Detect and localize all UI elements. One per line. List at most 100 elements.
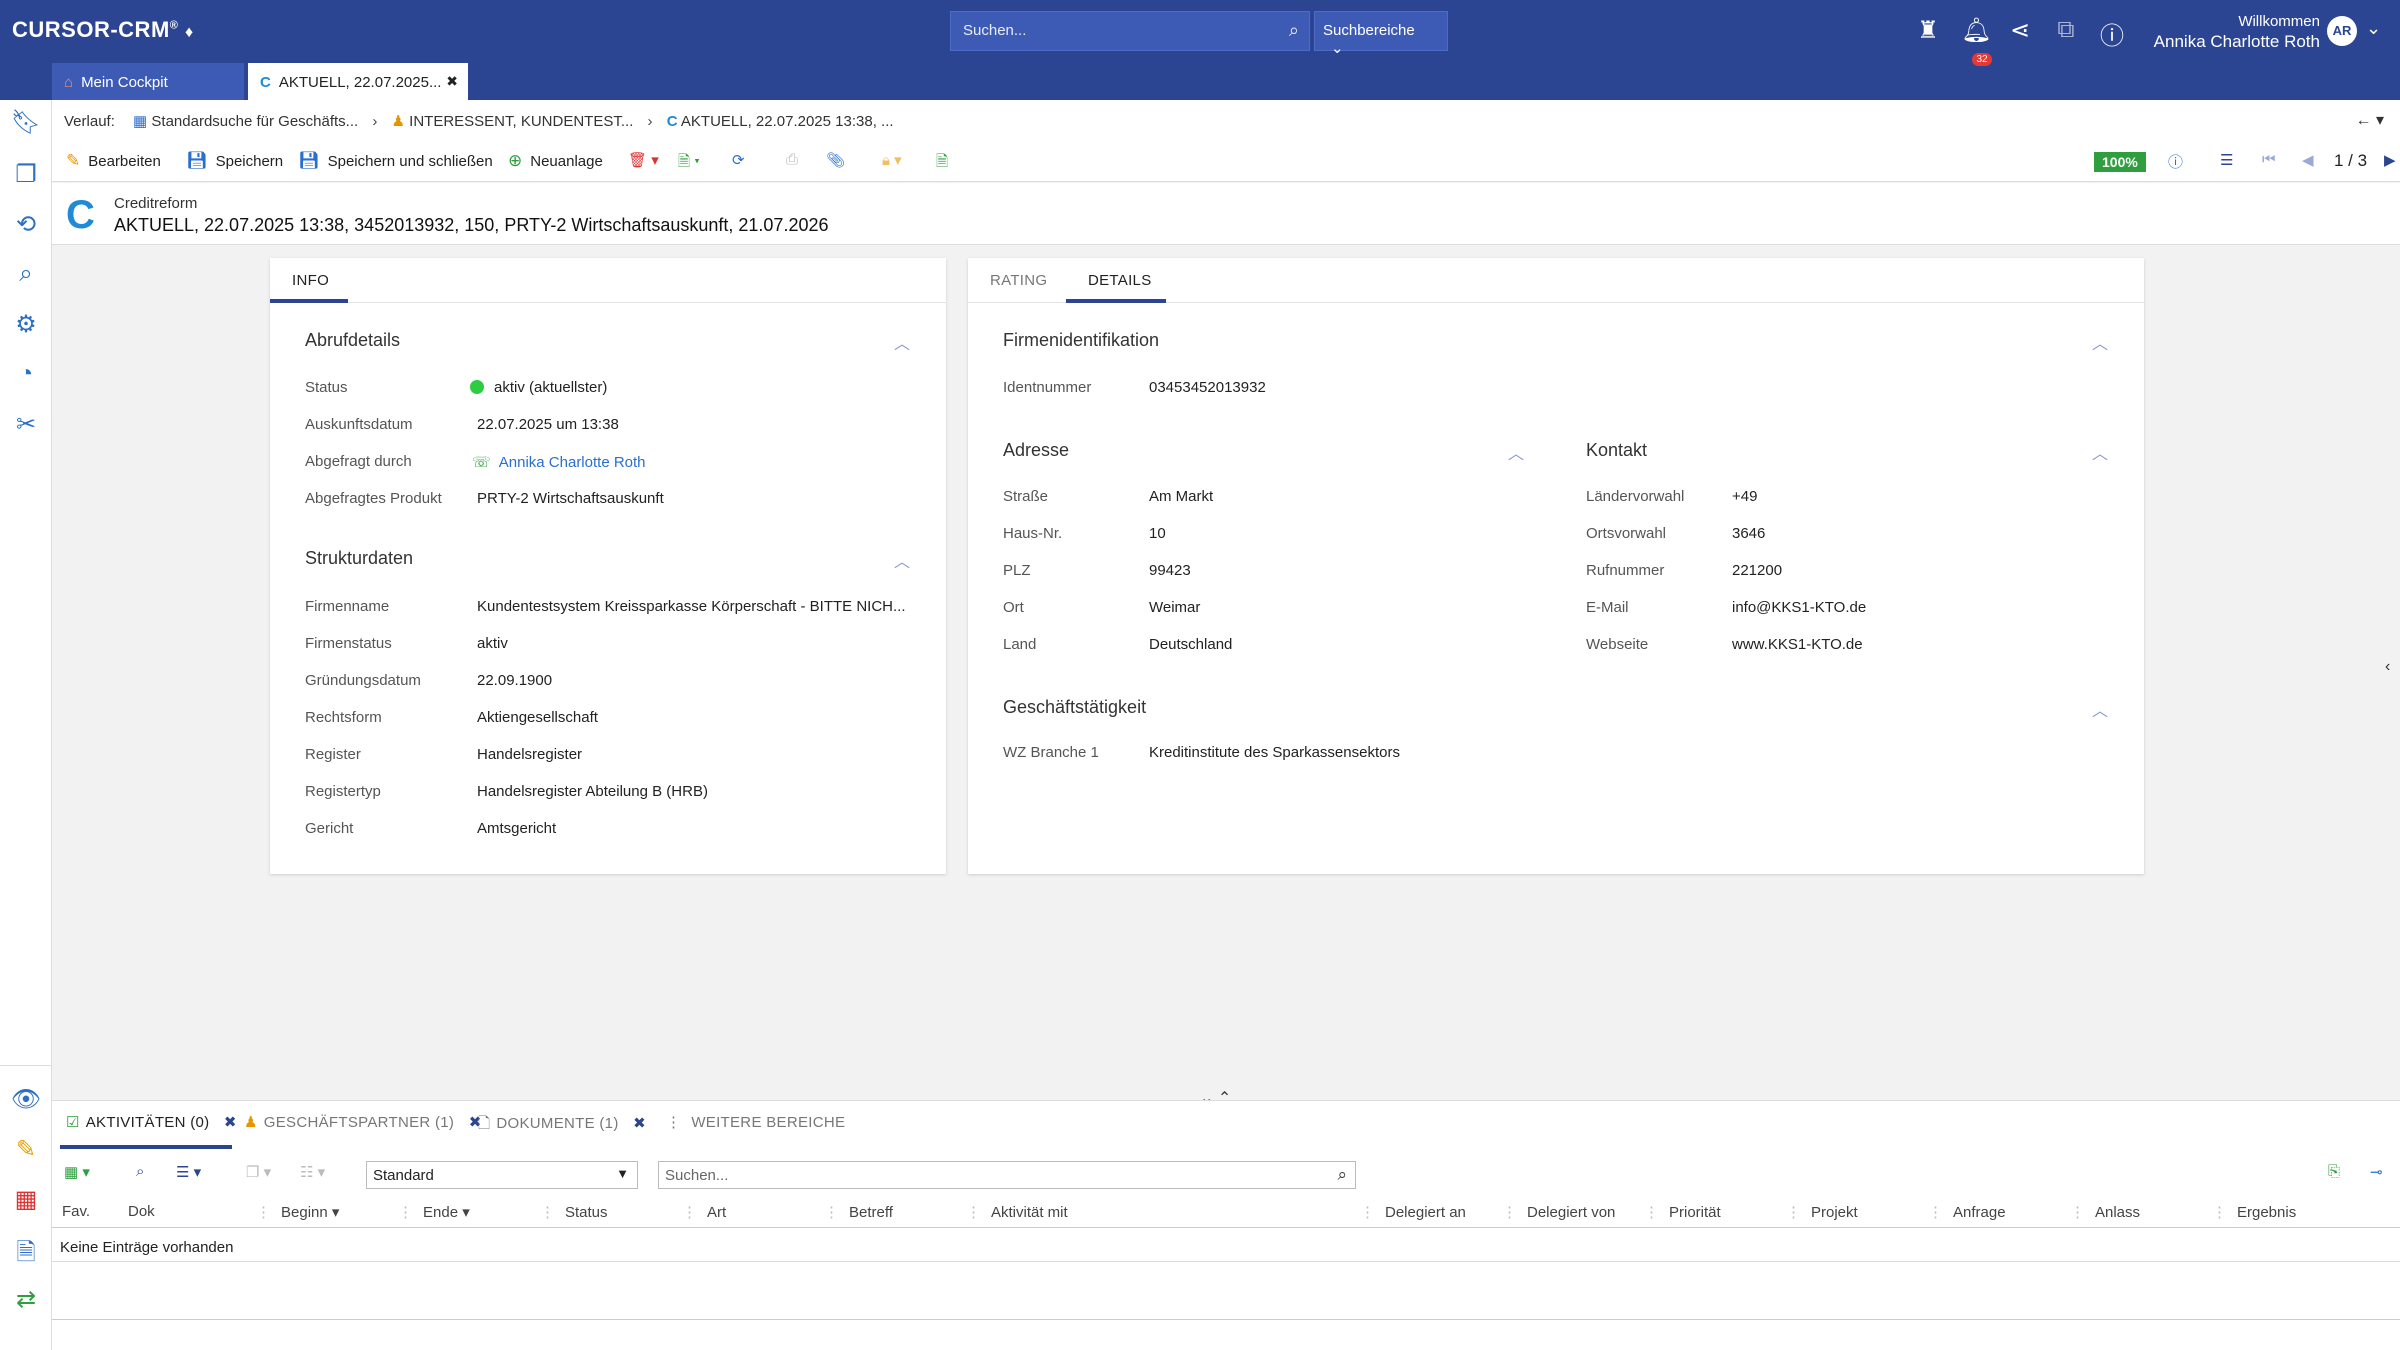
edit-button[interactable]: ✎ Bearbeiten — [66, 151, 161, 171]
sync-icon[interactable]: ⇄ — [10, 1285, 42, 1317]
new-button[interactable]: ⊕ Neuanlage — [508, 151, 603, 171]
tab-rating[interactable]: RATING — [990, 272, 1047, 289]
eye-star-icon[interactable]: 👁︎ — [10, 1085, 42, 1117]
view-select[interactable]: Standard ▼ — [366, 1161, 638, 1189]
avatar[interactable]: AR — [2327, 16, 2357, 46]
first-page-icon[interactable]: ⏮ — [2262, 151, 2276, 168]
column-request[interactable]: ⋮ Anfrage — [1928, 1203, 2006, 1221]
bookmark-icon[interactable]: 🔖︎ — [10, 108, 42, 140]
info-panel: INFO Abrufdetails ︿ Status aktiv (aktuel… — [270, 258, 946, 874]
column-beginn[interactable]: ⋮ Beginn ▾ — [256, 1203, 339, 1221]
tab-activities[interactable]: ☑ AKTIVITÄTEN (0) ✖ — [66, 1113, 237, 1131]
tab-current-record[interactable]: C AKTUELL, 22.07.2025... ✖ — [248, 63, 468, 100]
back-arrow-icon[interactable]: ← ▾ — [2356, 110, 2384, 130]
external-link-icon[interactable]: ⧉ — [2053, 16, 2079, 73]
record-subtitle: Creditreform — [114, 195, 198, 212]
chevron-up-icon[interactable]: ︿ — [894, 548, 910, 572]
breadcrumb-item[interactable]: INTERESSENT, KUNDENTEST... — [409, 113, 633, 130]
tab-my-cockpit[interactable]: ⌂ Mein Cockpit — [52, 63, 244, 100]
search-icon[interactable]: ⌕ — [1337, 1165, 1347, 1185]
calendar-icon[interactable]: ▦ — [10, 1185, 42, 1217]
column-status[interactable]: ⋮ Status — [540, 1203, 608, 1221]
copy-icon[interactable]: ❐ ▾ — [246, 1163, 271, 1181]
chevron-left-icon[interactable]: ‹ — [2385, 658, 2390, 676]
tab-underline — [1066, 299, 1166, 303]
column-betreff[interactable]: ⋮ Betreff — [824, 1203, 893, 1221]
lighthouse-icon[interactable]: ♜ — [1915, 16, 1941, 73]
lock-button[interactable]: 🔒︎ ▾ — [882, 151, 902, 169]
group-icon[interactable]: ☷ ▾ — [300, 1163, 325, 1181]
export-icon[interactable]: ⎘ — [2328, 1163, 2340, 1180]
column-art[interactable]: ⋮ Art — [682, 1203, 726, 1221]
column-dok[interactable]: Dok — [128, 1203, 155, 1220]
app-logo[interactable]: CURSOR-CRM® ♦ — [12, 17, 194, 43]
tab-details[interactable]: DETAILS — [1088, 272, 1152, 289]
breadcrumb-item[interactable]: AKTUELL, 22.07.2025 13:38, ... — [681, 113, 894, 130]
save-button[interactable]: 💾︎ Speichern — [186, 151, 283, 171]
bell-icon[interactable]: 🔔︎32 — [1961, 16, 1992, 73]
column-occasion[interactable]: ⋮ Anlass — [2070, 1203, 2140, 1221]
section-title-adresse: Adresse — [1003, 440, 1070, 460]
column-ende[interactable]: ⋮ Ende ▾ — [398, 1203, 470, 1221]
attach-button[interactable]: 📎︎ — [826, 151, 845, 169]
next-page-icon[interactable]: ▶ — [2384, 151, 2396, 169]
refresh-button[interactable]: ⟳ — [732, 151, 745, 169]
chevron-down-icon[interactable]: ⌄ — [2366, 18, 2381, 39]
search-icon[interactable]: ⌕ — [1289, 20, 1299, 41]
report-icon[interactable]: ◔ — [10, 360, 42, 392]
info-icon[interactable]: ⓘ — [2099, 16, 2125, 73]
global-search-input[interactable]: Suchen... ⌕ — [950, 11, 1310, 51]
chevron-up-icon[interactable]: ︿ — [2092, 330, 2108, 354]
divider — [52, 1319, 2400, 1320]
chevron-up-icon[interactable]: ︿ — [1508, 440, 1524, 464]
website-value[interactable]: www.KKS1-KTO.de — [1732, 636, 1863, 653]
search-areas-button[interactable]: Suchbereiche ⌄ — [1314, 11, 1448, 57]
tab-business-partners[interactable]: ♟ GESCHÄFTSPARTNER (1) ✖ — [244, 1113, 482, 1131]
share-icon[interactable]: ⋖ — [2007, 16, 2033, 73]
field-label: WZ Branche 1 — [1003, 744, 1099, 761]
close-icon[interactable]: ✖ — [633, 1115, 646, 1132]
tools-icon[interactable]: ✂ — [10, 410, 42, 442]
list-icon[interactable]: ☰ — [2220, 151, 2233, 169]
activities-search-input[interactable]: Suchen... ⌕ — [658, 1161, 1356, 1189]
column-delegated-to[interactable]: ⋮ Delegiert an — [1360, 1203, 1466, 1221]
delete-button[interactable]: 🗑︎ ▾ — [628, 151, 659, 169]
email-value[interactable]: info@KKS1-KTO.de — [1732, 599, 1866, 616]
column-activity-with[interactable]: ⋮ Aktivität mit — [966, 1203, 1068, 1221]
close-icon[interactable]: ✖ — [224, 1114, 237, 1131]
tab-documents[interactable]: 🗋︎ DOKUMENTE (1) ✖ — [478, 1113, 646, 1138]
breadcrumb-item[interactable]: Standardsuche für Geschäfts... — [151, 113, 358, 130]
column-result[interactable]: ⋮ Ergebnis — [2212, 1203, 2296, 1221]
tab-info[interactable]: INFO — [292, 272, 329, 289]
document-settings-icon[interactable]: 🗎︎ — [10, 1235, 42, 1267]
column-delegated-from[interactable]: ⋮ Delegiert von — [1502, 1203, 1615, 1221]
save-close-button[interactable]: 💾︎ Speichern und schließen — [298, 151, 493, 171]
add-activity-icon[interactable]: ▦ ▾ — [64, 1163, 90, 1181]
close-icon[interactable]: ✖ — [446, 73, 458, 90]
link-document-button[interactable]: 🗎︎ — [936, 151, 948, 176]
chevron-up-icon[interactable]: ︿ — [894, 330, 910, 354]
windows-icon[interactable]: ❐ — [10, 160, 42, 192]
search-list-icon[interactable]: ⌕ — [10, 260, 42, 292]
info-icon[interactable]: ⓘ — [2168, 151, 2183, 172]
chevron-up-icon[interactable]: ︿ — [2092, 440, 2108, 464]
column-project[interactable]: ⋮ Projekt — [1786, 1203, 1858, 1221]
chevron-up-icon[interactable]: ︿ — [2092, 697, 2108, 721]
pin-icon[interactable]: ⊸ — [2370, 1163, 2383, 1181]
add-document-button[interactable]: 🗎︎ ▾ — [678, 151, 700, 176]
field-label: PLZ — [1003, 562, 1031, 579]
top-bar: CURSOR-CRM® ♦ Suchen... ⌕ Suchbereiche ⌄… — [0, 0, 2400, 100]
tab-more-areas[interactable]: ⋮ WEITERE BEREICHE — [666, 1113, 845, 1131]
column-fav[interactable]: Fav. — [62, 1203, 90, 1220]
gear-icon[interactable]: ⚙ — [10, 310, 42, 342]
previous-page-icon[interactable]: ◀ — [2302, 151, 2314, 169]
search-list-icon[interactable]: ⌕ — [136, 1163, 144, 1180]
print-button[interactable]: ⎙ — [786, 151, 798, 168]
requested-by-link[interactable]: ☏ Annika Charlotte Roth — [472, 453, 646, 471]
field-label: Firmenstatus — [305, 635, 392, 652]
list-icon[interactable]: ☰ ▾ — [176, 1163, 201, 1181]
history-icon[interactable]: ⟲ — [10, 210, 42, 242]
column-priority[interactable]: ⋮ Priorität — [1644, 1203, 1721, 1221]
note-icon[interactable]: ✎ — [10, 1135, 42, 1167]
field-label: Abgefragt durch — [305, 453, 412, 470]
